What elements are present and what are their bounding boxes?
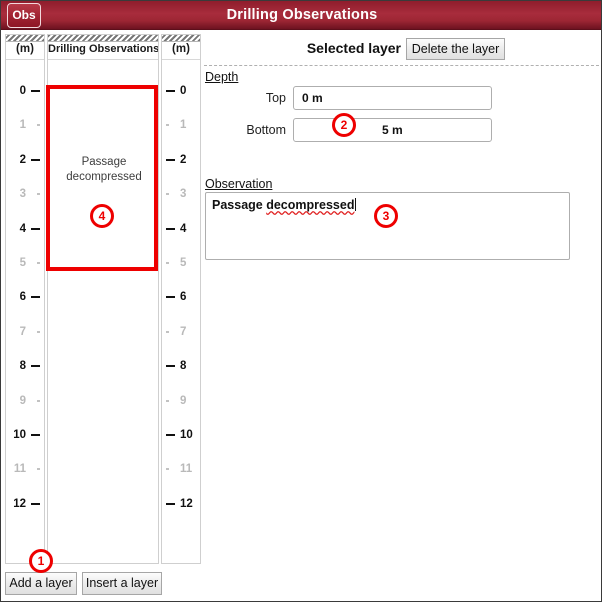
- depth-tick-label: 8: [19, 360, 26, 373]
- bottom-depth-field[interactable]: 5 m: [293, 118, 492, 142]
- depth-tick-mark: [166, 124, 169, 127]
- window-title: Drilling Observations: [226, 7, 378, 23]
- depth-tick-mark: [37, 330, 40, 333]
- depth-tick-label: 4: [180, 222, 187, 235]
- depth-scale-column-left: (m) 0 1 2 3 4 5 6 7 8 9 10 11 12: [5, 34, 45, 564]
- depth-tick-label: 10: [13, 429, 26, 441]
- depth-tick-label: 2: [19, 153, 26, 166]
- depth-tick-mark: [31, 227, 40, 230]
- depth-tick-label: 6: [19, 291, 26, 304]
- bottom-depth-value: 5 m: [382, 123, 403, 137]
- depth-tick-label: 3: [180, 188, 187, 201]
- add-a-layer-button[interactable]: Add a layer: [5, 572, 77, 595]
- insert-a-layer-button[interactable]: Insert a layer: [82, 572, 162, 595]
- depth-tick-label: 7: [180, 325, 187, 338]
- depth-tick-label: 12: [180, 497, 193, 510]
- depth-tick-label: 10: [180, 429, 193, 441]
- column-header-observations: Drilling Observations: [48, 43, 158, 55]
- depth-tick-mark: [37, 193, 40, 196]
- window-titlebar: Drilling Observations Obs: [1, 1, 601, 30]
- depth-scale-right: 0 1 2 3 4 5 6 7 8 9 10 11 12: [162, 35, 200, 563]
- depth-scale-left: 0 1 2 3 4 5 6 7 8 9 10 11 12: [6, 35, 44, 563]
- top-depth-field[interactable]: 0 m: [293, 86, 492, 110]
- depth-tick-label: 8: [180, 360, 187, 373]
- depth-scale-column-right: (m) 0 1 2 3 4 5 6 7 8 9 10 11 12: [161, 34, 201, 564]
- observation-text-part-1: Passage: [212, 198, 267, 212]
- layer-editor-panel: Selected layer 1 Delete the layer Depth …: [204, 34, 599, 594]
- depth-tick-mark: [37, 124, 40, 127]
- text-cursor: [355, 198, 357, 211]
- depth-tick-mark: [31, 434, 40, 436]
- annotation-box-4: [46, 85, 158, 271]
- depth-tick-mark: [166, 193, 169, 196]
- depth-tick-label: 11: [13, 463, 26, 476]
- bottom-depth-label: Bottom: [246, 123, 286, 137]
- observation-section-label: Observation: [205, 177, 273, 191]
- depth-tick-label: 12: [13, 497, 26, 510]
- depth-tick-mark: [166, 399, 169, 402]
- depth-tick-label: 0: [19, 85, 26, 97]
- annotation-marker-1: 1: [29, 549, 53, 573]
- depth-section-label: Depth: [205, 70, 239, 84]
- depth-tick-mark: [37, 262, 40, 264]
- delete-the-layer-button[interactable]: Delete the layer: [406, 38, 505, 60]
- depth-tick-label: 1: [19, 119, 26, 132]
- depth-tick-label: 11: [180, 463, 193, 476]
- depth-tick-label: 0: [180, 85, 187, 97]
- depth-tick-mark: [37, 399, 40, 402]
- depth-tick-label: 2: [180, 153, 187, 166]
- depth-tick-mark: [31, 365, 40, 368]
- depth-tick-label: 9: [180, 394, 187, 407]
- depth-tick-label: 6: [180, 291, 187, 304]
- depth-tick-mark: [31, 90, 40, 92]
- top-depth-label: Top: [265, 91, 286, 105]
- depth-tick-label: 1: [180, 119, 187, 132]
- depth-tick-mark: [166, 227, 175, 230]
- depth-tick-mark: [31, 158, 40, 161]
- depth-tick-mark: [31, 502, 40, 505]
- depth-tick-mark: [166, 468, 169, 471]
- depth-tick-label: 4: [19, 222, 26, 235]
- depth-tick-mark: [166, 434, 175, 436]
- drilling-observations-window: Drilling Observations Obs (m) 0123456789…: [0, 0, 602, 602]
- depth-tick-mark: [166, 90, 175, 92]
- column-header-divider: [48, 59, 158, 60]
- depth-tick-label: 5: [180, 257, 187, 269]
- selected-layer-row: Selected layer 1 Delete the layer: [204, 38, 599, 60]
- depth-tick-mark: [31, 296, 40, 299]
- annotation-marker-3: 3: [374, 204, 398, 228]
- depth-tick-mark: [166, 502, 175, 505]
- depth-tick-mark: [166, 158, 175, 161]
- depth-tick-label: 3: [19, 188, 26, 201]
- annotation-marker-4: 4: [90, 204, 114, 228]
- section-separator: [204, 65, 599, 66]
- annotation-marker-2: 2: [332, 113, 356, 137]
- observation-text-misspelled-word: decompressed: [266, 198, 355, 212]
- obs-tab[interactable]: Obs: [7, 3, 41, 28]
- depth-tick-mark: [37, 468, 40, 471]
- depth-tick-label: 5: [19, 257, 26, 269]
- depth-tick-label: 7: [19, 325, 26, 338]
- depth-tick-mark: [166, 296, 175, 299]
- selected-layer-label: Selected layer: [306, 40, 401, 56]
- depth-tick-mark: [166, 262, 169, 264]
- depth-tick-label: 9: [19, 394, 26, 407]
- depth-tick-mark: [166, 330, 169, 333]
- depth-tick-mark: [166, 365, 175, 368]
